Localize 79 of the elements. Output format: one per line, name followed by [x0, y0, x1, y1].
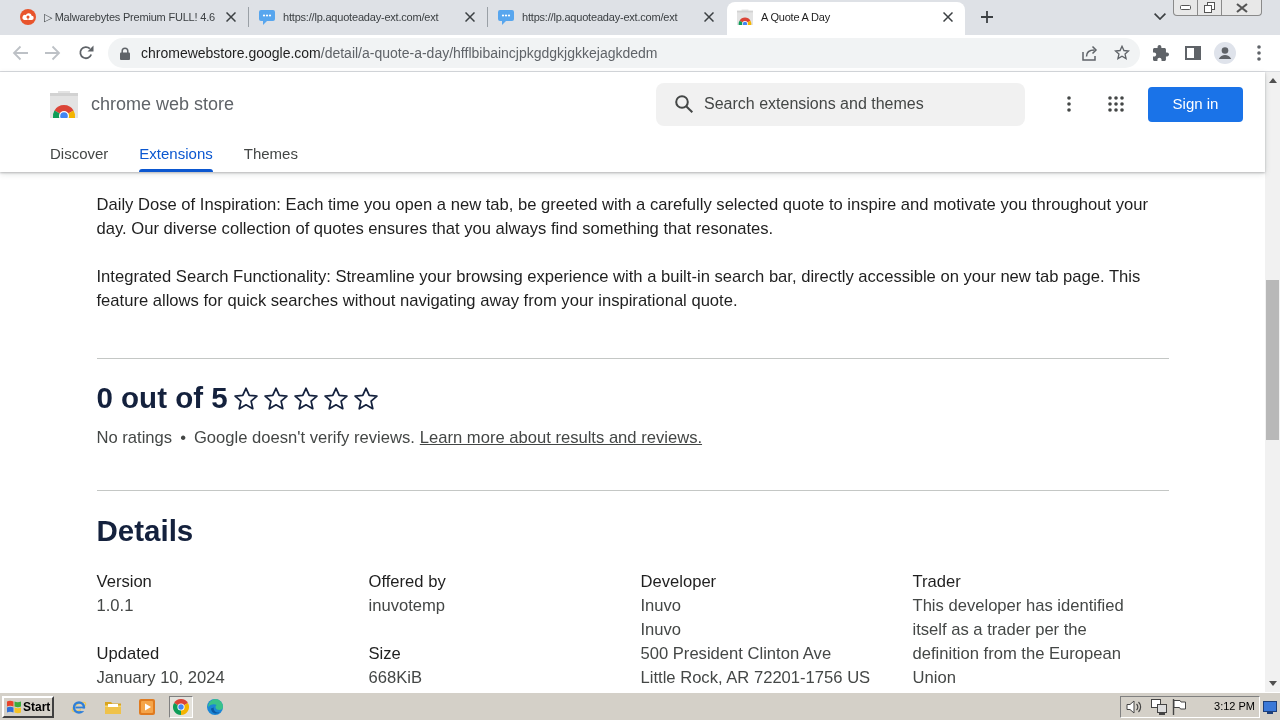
rating-heading: 0 out of 5	[96, 379, 228, 416]
detail-label: Developer	[640, 571, 718, 593]
more-vertical-icon[interactable]	[1067, 96, 1071, 112]
detail-label: Offered by	[368, 571, 447, 593]
detail-value: January 10, 2024	[96, 667, 226, 689]
description-paragraph: Daily Dose of Inspiration: Each time you open a new tab, be greeted with a carefully selected quote to inspire and motivate you throughout your day. Our diverse collection of quotes ensures that you always find something that resonates.	[96, 194, 1150, 240]
bullet-separator: •	[180, 427, 186, 449]
apps-grid-icon[interactable]	[1108, 96, 1124, 112]
plus-icon[interactable]	[981, 11, 993, 23]
detail-label: Size	[368, 643, 402, 665]
restore-icon	[1204, 2, 1215, 13]
star-icon	[353, 386, 378, 410]
nav-tab[interactable]: Extensions	[139, 136, 213, 172]
detail-value: inuvotemp	[368, 595, 447, 617]
four-color-flag-icon	[7, 699, 21, 714]
ratings-count: No ratings	[96, 427, 173, 449]
star-icon[interactable]	[1114, 45, 1130, 61]
share-icon[interactable]	[1082, 45, 1098, 61]
sign-in-button[interactable]: Sign in	[1148, 86, 1243, 122]
cloud-upload-icon	[20, 9, 36, 25]
detail-value: This developer has identified itself as a trader per the definition from the European Union	[912, 595, 1125, 689]
search-icon	[675, 94, 693, 113]
taskbar-button[interactable]	[169, 695, 193, 718]
letter-e-logo-icon	[71, 698, 87, 715]
minimize-button[interactable]	[1173, 0, 1198, 16]
star-icon	[323, 386, 348, 410]
scroll-up-icon[interactable]	[1268, 78, 1277, 83]
nav-tab[interactable]: Themes	[243, 136, 298, 172]
swirl-logo-icon	[207, 698, 223, 715]
learn-more-link[interactable]: Learn more about results and reviews.	[419, 426, 703, 450]
scroll-down-icon[interactable]	[1268, 681, 1277, 686]
close-icon[interactable]	[465, 12, 475, 22]
store-bag-icon	[50, 90, 78, 118]
close-icon	[1235, 2, 1248, 13]
detail-value: Inuvo	[640, 619, 683, 641]
star-icon	[233, 386, 258, 410]
detail-value: Inuvo	[640, 595, 683, 617]
search-field[interactable]: Search extensions and themes	[656, 82, 1025, 126]
browser-tab[interactable]: A Quote A Day	[727, 2, 965, 35]
review-note: Google doesn't verify reviews.	[193, 427, 415, 449]
puzzle-piece-icon[interactable]	[1153, 45, 1169, 61]
detail-value: 500 President Clinton Ave	[640, 643, 833, 665]
more-vertical-icon[interactable]	[1257, 45, 1261, 61]
chevron-down-icon[interactable]	[1154, 13, 1166, 20]
tricolor-circle-icon	[173, 698, 189, 715]
close-icon[interactable]	[943, 12, 953, 22]
store-bag-icon	[737, 9, 753, 25]
detail-label: Updated	[96, 643, 161, 665]
address-bar[interactable]: chromewebstore.google.com/detail/a-quote-a-day/hfflbibaincjpkgdgkjgkkejagkdedm	[108, 38, 1140, 68]
reload-icon[interactable]	[78, 45, 94, 61]
nav-tab[interactable]: Discover	[50, 136, 109, 172]
detail-value: Little Rock, AR 72201-1756 US	[640, 667, 872, 689]
detail-value: 1.0.1	[96, 595, 135, 617]
star-icon	[263, 386, 288, 410]
close-icon[interactable]	[704, 12, 714, 22]
lock-icon	[120, 46, 130, 60]
close-window-button[interactable]	[1222, 0, 1262, 16]
detail-label: Version	[96, 571, 153, 593]
network-icon[interactable]	[1151, 698, 1168, 715]
chat-bubble-icon	[259, 9, 275, 25]
media-player-icon	[139, 698, 155, 715]
profile-avatar-icon[interactable]	[1214, 42, 1236, 64]
desktop-icon[interactable]	[1263, 699, 1277, 714]
details-heading: Details	[96, 513, 195, 549]
description-paragraph: Integrated Search Functionality: Streamline your browsing experience with a built-in search bar, directly accessible on your new tab page. This feature allows for quick searches without navigating away from your inspirational quote.	[96, 266, 1142, 312]
restore-button[interactable]	[1198, 0, 1222, 16]
detail-label: Trader	[912, 571, 962, 593]
scrollbar-thumb[interactable]	[1266, 280, 1279, 440]
detail-value: 668KiB	[368, 667, 423, 689]
speaker-icon[interactable]	[1126, 698, 1143, 715]
minimize-icon	[1180, 5, 1191, 10]
star-icon	[293, 386, 318, 410]
chat-bubble-icon	[498, 9, 514, 25]
store-title: chrome web store	[91, 92, 235, 116]
start-button[interactable]: Start	[2, 695, 54, 718]
side-panel-icon[interactable]	[1185, 46, 1201, 60]
clock: 3:12 PM	[1214, 699, 1255, 715]
flag-icon[interactable]	[1172, 698, 1187, 715]
close-icon[interactable]	[226, 12, 236, 22]
